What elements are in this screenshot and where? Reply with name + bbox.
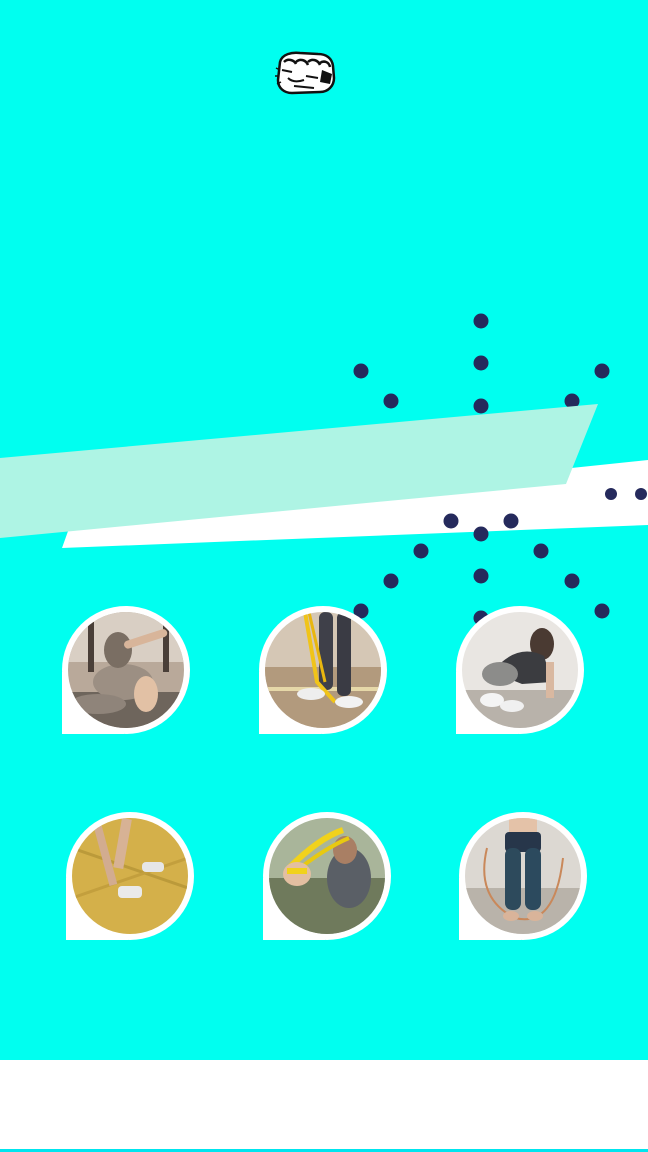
workout-thumb-resistance-band-arms[interactable] xyxy=(263,812,391,940)
dot xyxy=(564,573,580,589)
jump-rope-photo xyxy=(465,818,581,934)
workout-thumb-pushup-handles[interactable] xyxy=(66,812,194,940)
workout-thumb-resistance-band-legs[interactable] xyxy=(259,606,387,734)
dot xyxy=(635,488,647,500)
dot xyxy=(353,363,369,379)
dot xyxy=(594,603,610,619)
dot xyxy=(473,398,489,414)
dot xyxy=(473,355,489,371)
resistance-band-legs-photo xyxy=(265,612,381,728)
dot xyxy=(443,513,459,529)
mountain-climber-photo xyxy=(462,612,578,728)
footer-bar xyxy=(0,1060,648,1152)
workout-thumb-jump-rope[interactable] xyxy=(459,812,587,940)
dot xyxy=(383,573,399,589)
dot xyxy=(383,393,399,409)
dot xyxy=(473,313,489,329)
seated-stretch-photo xyxy=(68,612,184,728)
dot xyxy=(605,488,617,500)
dot xyxy=(473,568,489,584)
pushup-handles-photo xyxy=(72,818,188,934)
dot xyxy=(473,526,489,542)
dot xyxy=(594,363,610,379)
dot xyxy=(413,543,429,559)
workout-thumb-seated-stretch[interactable] xyxy=(62,606,190,734)
dot xyxy=(503,513,519,529)
resistance-band-arms-photo xyxy=(269,818,385,934)
dot xyxy=(533,543,549,559)
hero-canvas xyxy=(0,0,648,1060)
workout-thumb-mountain-climber[interactable] xyxy=(456,606,584,734)
fist-punch-icon xyxy=(274,48,338,96)
